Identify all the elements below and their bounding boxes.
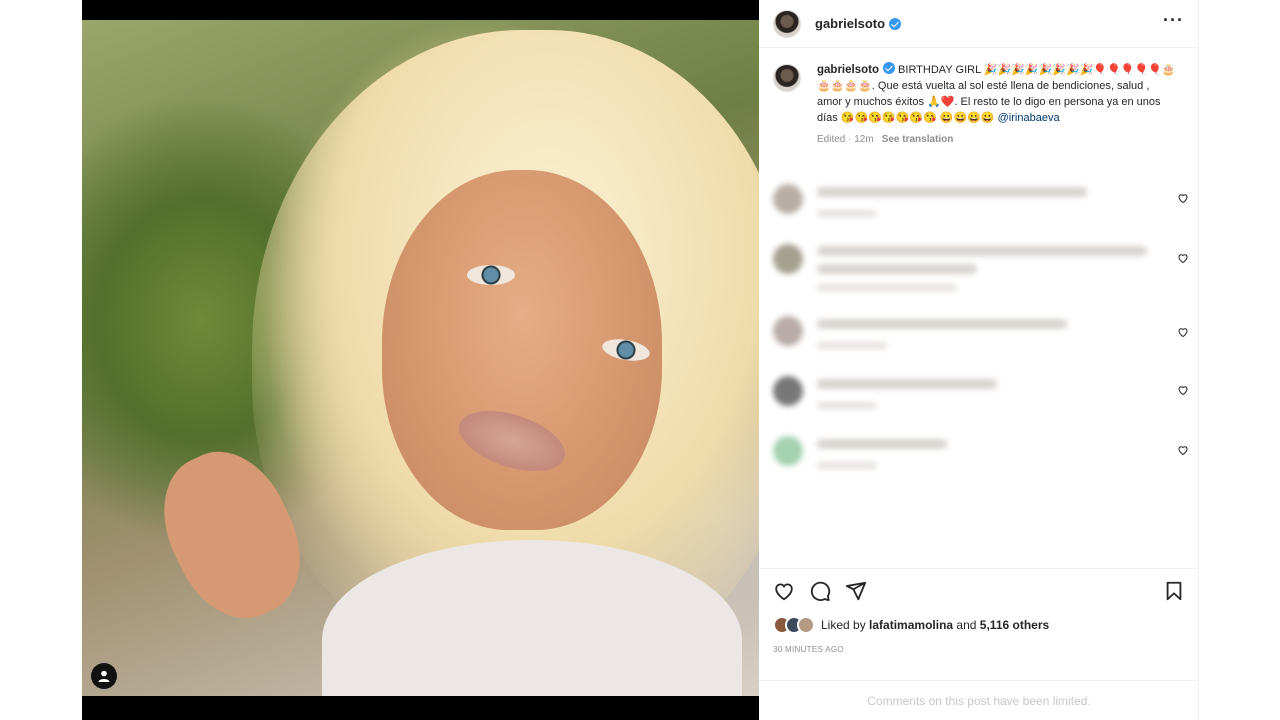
caption: gabrielsoto BIRTHDAY GIRL 🎉🎉🎉🎉🎉🎉🎉🎉🎈🎈🎈🎈🎈🎂… bbox=[759, 48, 1198, 148]
caption-username[interactable]: gabrielsoto bbox=[817, 64, 879, 76]
comment-avatar bbox=[773, 376, 803, 406]
header-username[interactable]: gabrielsoto bbox=[815, 16, 885, 31]
verified-badge-icon bbox=[889, 17, 902, 30]
post-header: gabrielsoto ··· bbox=[759, 0, 1198, 48]
post-image[interactable] bbox=[82, 20, 759, 696]
comment-row bbox=[759, 364, 1199, 424]
see-translation-link[interactable]: See translation bbox=[882, 134, 954, 145]
comment-text bbox=[817, 319, 1067, 329]
avatar[interactable] bbox=[773, 9, 801, 38]
comment-meta bbox=[817, 462, 877, 469]
comment-meta bbox=[817, 342, 887, 349]
post-timestamp[interactable]: 30 MINUTES AGO bbox=[773, 645, 844, 654]
post-sidebar: gabrielsoto ··· gabrielsoto BIRTHDAY GIR… bbox=[759, 0, 1199, 720]
comments-limited-notice: Comments on this post have been limited. bbox=[759, 680, 1199, 720]
comment-row bbox=[759, 304, 1199, 364]
likes-conjunction: and bbox=[956, 618, 977, 632]
likes-prefix: Liked by bbox=[821, 618, 866, 632]
comment-row bbox=[759, 424, 1199, 484]
share-icon[interactable] bbox=[845, 580, 867, 602]
likes-summary: Liked by lafatimamolina and 5,116 others bbox=[773, 616, 1049, 634]
caption-body: gabrielsoto BIRTHDAY GIRL 🎉🎉🎉🎉🎉🎉🎉🎉🎈🎈🎈🎈🎈🎂… bbox=[817, 62, 1177, 148]
comment-meta bbox=[817, 402, 877, 409]
comment-avatar bbox=[773, 436, 803, 466]
comment-avatar bbox=[773, 316, 803, 346]
image-eye-left bbox=[467, 265, 515, 285]
photo-panel bbox=[82, 0, 759, 720]
comment-meta bbox=[817, 284, 957, 291]
comments-list bbox=[759, 172, 1199, 484]
avatar bbox=[797, 616, 815, 634]
liker-username[interactable]: lafatimamolina bbox=[869, 618, 953, 632]
action-bar bbox=[759, 568, 1199, 612]
comment-text bbox=[817, 187, 1087, 197]
likes-others-link[interactable]: 5,116 others bbox=[980, 618, 1049, 632]
comment-icon[interactable] bbox=[809, 580, 831, 602]
comment-row bbox=[759, 172, 1199, 232]
caption-meta: Edited · 12m See translation bbox=[817, 132, 1177, 148]
comment-heart-icon[interactable] bbox=[1177, 252, 1189, 264]
comment-row bbox=[759, 232, 1199, 304]
comment-text bbox=[817, 439, 947, 449]
comment-text bbox=[817, 246, 1147, 256]
comment-heart-icon[interactable] bbox=[1177, 444, 1189, 456]
instagram-post-page: gabrielsoto ··· gabrielsoto BIRTHDAY GIR… bbox=[0, 0, 1280, 720]
comment-avatar bbox=[773, 184, 803, 214]
heart-icon[interactable] bbox=[773, 580, 795, 602]
comment-text bbox=[817, 264, 977, 274]
user-tag-icon[interactable] bbox=[91, 663, 117, 689]
bookmark-icon[interactable] bbox=[1163, 580, 1185, 602]
comment-heart-icon[interactable] bbox=[1177, 326, 1189, 338]
comment-avatar bbox=[773, 244, 803, 274]
comment-text bbox=[817, 379, 997, 389]
caption-avatar[interactable] bbox=[773, 64, 801, 92]
liker-avatars[interactable] bbox=[773, 616, 815, 634]
more-options-icon[interactable]: ··· bbox=[1163, 10, 1184, 37]
comment-heart-icon[interactable] bbox=[1177, 192, 1189, 204]
caption-mention[interactable]: @irinabaeva bbox=[998, 112, 1060, 124]
comment-meta bbox=[817, 210, 877, 217]
edited-label: Edited · 12m bbox=[817, 134, 874, 145]
verified-badge-icon bbox=[882, 62, 895, 74]
comment-heart-icon[interactable] bbox=[1177, 384, 1189, 396]
